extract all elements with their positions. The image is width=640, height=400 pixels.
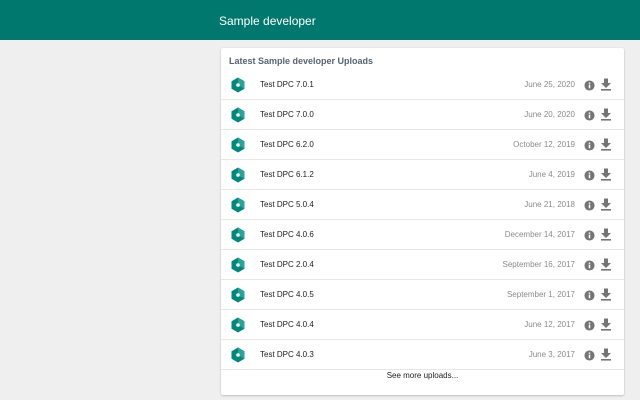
hexagon-app-icon — [231, 257, 245, 273]
upload-row[interactable]: Test DPC 6.2.0 October 12, 2019 — [221, 130, 624, 160]
uploads-card: Latest Sample developer Uploads Test DPC… — [221, 48, 624, 395]
hexagon-app-icon — [231, 287, 245, 303]
developer-name-title: Sample developer — [219, 14, 316, 28]
info-icon[interactable] — [584, 110, 595, 121]
upload-date: October 12, 2019 — [513, 140, 575, 149]
hexagon-app-icon — [231, 137, 245, 153]
app-version-name: Test DPC 4.0.5 — [260, 290, 314, 299]
upload-row[interactable]: Test DPC 4.0.6 December 14, 2017 — [221, 220, 624, 250]
download-icon[interactable] — [600, 168, 612, 181]
app-version-name: Test DPC 6.2.0 — [260, 140, 314, 149]
download-icon[interactable] — [600, 348, 612, 361]
upload-date: September 1, 2017 — [506, 290, 575, 299]
upload-row[interactable]: Test DPC 4.0.4 June 12, 2017 — [221, 310, 624, 340]
info-icon[interactable] — [584, 350, 595, 361]
app-version-name: Test DPC 7.0.1 — [260, 80, 314, 89]
upload-date: June 21, 2018 — [524, 200, 575, 209]
upload-row[interactable]: Test DPC 5.0.4 June 21, 2018 — [221, 190, 624, 220]
download-icon[interactable] — [600, 258, 612, 271]
hexagon-app-icon — [231, 167, 245, 183]
download-icon[interactable] — [600, 138, 612, 151]
download-icon[interactable] — [600, 288, 612, 301]
download-icon[interactable] — [600, 228, 612, 241]
info-icon[interactable] — [584, 290, 595, 301]
hexagon-app-icon — [231, 77, 245, 93]
app-version-name: Test DPC 4.0.6 — [260, 230, 314, 239]
upload-date: June 20, 2020 — [524, 110, 575, 119]
info-icon[interactable] — [584, 80, 595, 91]
app-version-name: Test DPC 5.0.4 — [260, 200, 314, 209]
hexagon-app-icon — [231, 317, 245, 333]
upload-date: June 25, 2020 — [524, 80, 575, 89]
info-icon[interactable] — [584, 320, 595, 331]
upload-date: June 12, 2017 — [524, 320, 575, 329]
info-icon[interactable] — [584, 230, 595, 241]
info-icon[interactable] — [584, 200, 595, 211]
upload-row[interactable]: Test DPC 7.0.1 June 25, 2020 — [221, 70, 624, 100]
uploads-card-title: Latest Sample developer Uploads — [229, 56, 374, 66]
upload-date: December 14, 2017 — [504, 230, 575, 239]
hexagon-app-icon — [231, 347, 245, 363]
download-icon[interactable] — [600, 108, 612, 121]
upload-row[interactable]: Test DPC 2.0.4 September 16, 2017 — [221, 250, 624, 280]
upload-date: June 3, 2017 — [528, 350, 575, 359]
download-icon[interactable] — [600, 198, 612, 211]
download-icon[interactable] — [600, 78, 612, 91]
upload-row[interactable]: Test DPC 7.0.0 June 20, 2020 — [221, 100, 624, 130]
upload-date: September 16, 2017 — [502, 260, 576, 269]
app-version-name: Test DPC 2.0.4 — [260, 260, 314, 269]
top-app-bar: Sample developer — [0, 0, 640, 40]
app-version-name: Test DPC 6.1.2 — [260, 170, 314, 179]
upload-row[interactable]: Test DPC 4.0.5 September 1, 2017 — [221, 280, 624, 310]
hexagon-app-icon — [231, 227, 245, 243]
app-version-name: Test DPC 4.0.3 — [260, 350, 314, 359]
app-version-name: Test DPC 4.0.4 — [260, 320, 314, 329]
hexagon-app-icon — [231, 197, 245, 213]
hexagon-app-icon — [231, 107, 245, 123]
info-icon[interactable] — [584, 140, 595, 151]
info-icon[interactable] — [584, 170, 595, 181]
upload-row[interactable]: Test DPC 6.1.2 June 4, 2019 — [221, 160, 624, 190]
upload-date: June 4, 2019 — [528, 170, 575, 179]
see-more-uploads-link[interactable]: See more uploads... — [221, 371, 624, 381]
upload-row[interactable]: Test DPC 4.0.3 June 3, 2017 — [221, 340, 624, 370]
download-icon[interactable] — [600, 318, 612, 331]
uploads-list: Test DPC 7.0.1 June 25, 2020 Test DPC 7.… — [221, 70, 624, 370]
info-icon[interactable] — [584, 260, 595, 271]
app-version-name: Test DPC 7.0.0 — [260, 110, 314, 119]
